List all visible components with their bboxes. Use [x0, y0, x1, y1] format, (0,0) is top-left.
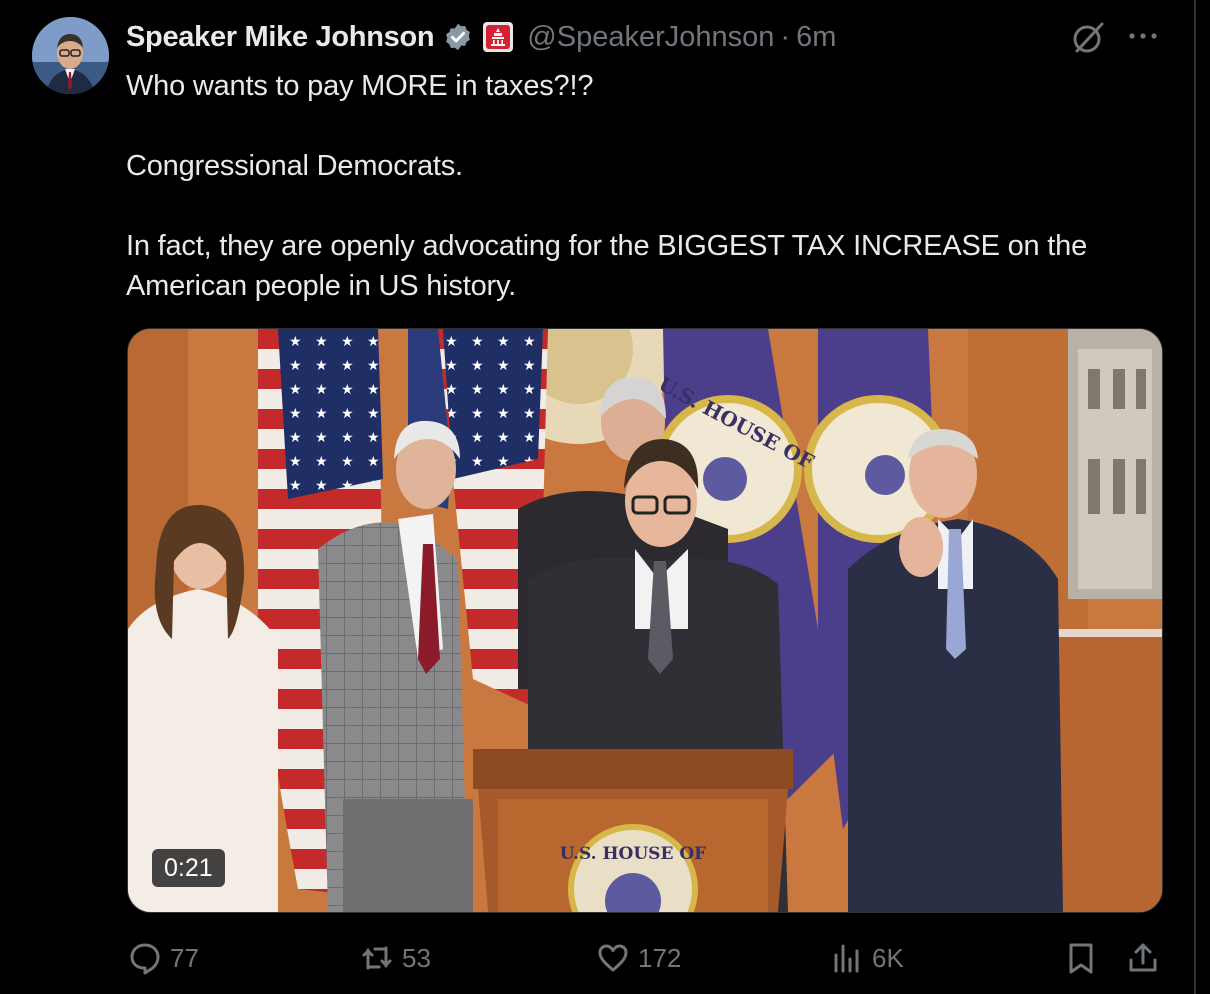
grok-icon[interactable] — [1070, 20, 1106, 56]
bookmark-icon — [1069, 943, 1093, 974]
analytics-icon — [834, 944, 859, 973]
share-icon — [1129, 943, 1157, 972]
verified-badge-icon[interactable] — [443, 22, 473, 52]
video-duration: 0:21 — [152, 849, 225, 887]
podium-seal-text: U.S. HOUSE OF — [560, 844, 706, 864]
tweet-paragraph: Who wants to pay MORE in taxes?!? — [126, 70, 594, 102]
reply-button[interactable]: 77 — [128, 936, 199, 980]
avatar[interactable] — [32, 17, 109, 94]
reply-count: 77 — [170, 942, 199, 973]
views-button[interactable]: 6K — [830, 936, 904, 980]
repost-icon — [362, 946, 392, 970]
tweet-header: Speaker Mike Johnson @SpeakerJohnson · 6… — [126, 18, 836, 56]
view-count: 6K — [872, 942, 904, 973]
heart-icon — [598, 944, 628, 972]
like-count: 172 — [638, 942, 682, 973]
video-player[interactable]: ★ — [127, 328, 1163, 913]
tweet-timestamp[interactable]: 6m — [796, 21, 836, 54]
reply-icon — [130, 943, 160, 975]
video-frame: ★ — [128, 329, 1162, 912]
repost-count: 53 — [402, 942, 431, 973]
author-handle[interactable]: @SpeakerJohnson — [527, 21, 774, 54]
bookmark-button[interactable] — [1064, 936, 1098, 980]
like-button[interactable]: 172 — [596, 936, 681, 980]
author-name[interactable]: Speaker Mike Johnson — [126, 21, 435, 54]
action-bar: 77 53 172 6K — [0, 936, 1210, 980]
repost-button[interactable]: 53 — [360, 936, 431, 980]
meta-separator: · — [780, 20, 791, 53]
column-border — [1194, 0, 1196, 994]
government-affiliation-icon[interactable] — [483, 22, 514, 52]
tweet-text: Who wants to pay MORE in taxes?!? Congre… — [126, 66, 1176, 306]
share-button[interactable] — [1126, 936, 1160, 980]
more-options-icon[interactable] — [1126, 22, 1160, 50]
tweet-paragraph: Congressional Democrats. — [126, 150, 463, 182]
tweet-paragraph: In fact, they are openly advocating for … — [126, 230, 1088, 302]
